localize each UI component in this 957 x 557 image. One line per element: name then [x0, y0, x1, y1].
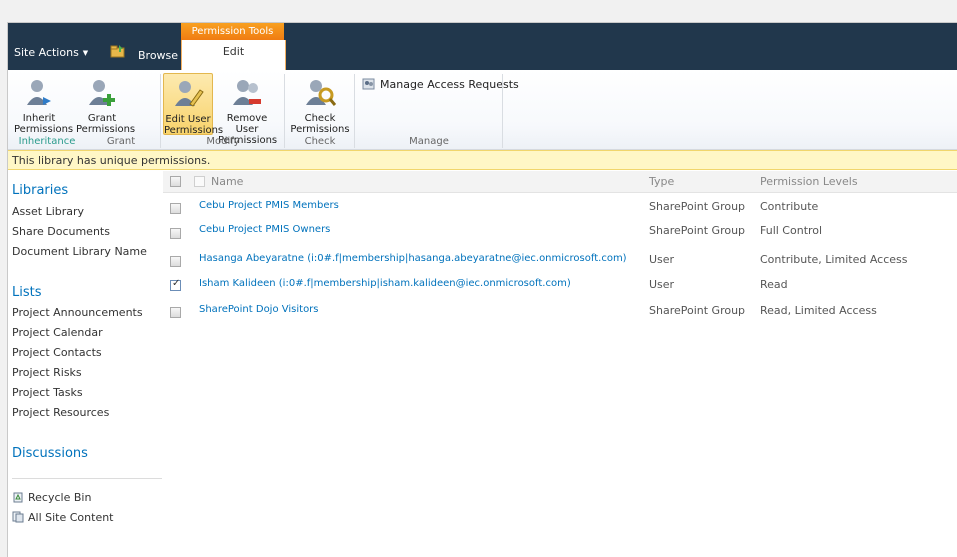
- table-row[interactable]: Isham Kalideen (i:0#.f|membership|isham.…: [163, 276, 957, 296]
- table-header: Name Type Permission Levels: [163, 171, 957, 193]
- nav-heading-libraries[interactable]: Libraries: [12, 183, 68, 198]
- row-name-link[interactable]: Cebu Project PMIS Members: [199, 200, 339, 211]
- table-row[interactable]: Hasanga Abeyaratne (i:0#.f|membership|ha…: [163, 251, 957, 271]
- nav-item-project-tasks[interactable]: Project Tasks: [12, 386, 83, 399]
- grant-permissions-button[interactable]: Grant Permissions: [76, 77, 135, 135]
- row-type: User: [649, 253, 675, 266]
- all-site-content-link[interactable]: All Site Content: [12, 511, 114, 524]
- recycle-bin-link[interactable]: Recycle Bin: [12, 491, 91, 504]
- recycle-bin-label: Recycle Bin: [28, 491, 92, 504]
- row-permission-levels: Read: [760, 278, 788, 291]
- access-requests-icon: [362, 78, 375, 90]
- group-label-inheritance: Inheritance: [18, 136, 76, 147]
- group-label-grant: Grant: [106, 136, 136, 147]
- table-row[interactable]: Cebu Project PMIS Members SharePoint Gro…: [163, 198, 957, 218]
- edit-user-permissions-button[interactable]: Edit User Permissions: [163, 73, 223, 136]
- status-bar: This library has unique permissions.: [8, 150, 957, 170]
- select-all-name-checkbox[interactable]: [194, 176, 205, 187]
- manage-access-requests-label: Manage Access Requests: [380, 77, 519, 91]
- table-row[interactable]: SharePoint Dojo Visitors SharePoint Grou…: [163, 302, 957, 322]
- column-header-type[interactable]: Type: [649, 175, 674, 188]
- row-permission-levels: Full Control: [760, 224, 823, 237]
- manage-access-requests-button[interactable]: Manage Access Requests: [362, 77, 519, 91]
- row-name-link[interactable]: SharePoint Dojo Visitors: [199, 304, 319, 315]
- row-type: User: [649, 278, 675, 291]
- nav-item-project-contacts[interactable]: Project Contacts: [12, 346, 102, 359]
- nav-item-project-calendar[interactable]: Project Calendar: [12, 326, 103, 339]
- column-header-name[interactable]: Name: [211, 175, 243, 188]
- top-bar: Site Actions ▼ Browse Permission Tools E…: [8, 23, 957, 70]
- tab-browse[interactable]: Browse: [138, 49, 178, 62]
- nav-divider: [12, 478, 162, 479]
- group-separator: [160, 74, 161, 148]
- nav-heading-discussions[interactable]: Discussions: [12, 446, 88, 461]
- row-type: SharePoint Group: [649, 200, 746, 213]
- nav-item-share-documents[interactable]: Share Documents: [12, 225, 110, 238]
- row-name-link[interactable]: Isham Kalideen (i:0#.f|membership|isham.…: [199, 278, 571, 289]
- row-name-link[interactable]: Hasanga Abeyaratne (i:0#.f|membership|ha…: [199, 253, 627, 264]
- row-name-link[interactable]: Cebu Project PMIS Owners: [199, 224, 330, 235]
- nav-heading-lists[interactable]: Lists: [12, 285, 42, 300]
- group-label-check: Check: [304, 136, 336, 147]
- all-site-content-label: All Site Content: [28, 511, 114, 524]
- nav-item-project-risks[interactable]: Project Risks: [12, 366, 82, 379]
- site-content-icon: [12, 511, 24, 523]
- quick-launch: Libraries Asset Library Share Documents …: [8, 171, 163, 557]
- remove-user-permissions-icon: [233, 80, 261, 105]
- row-checkbox[interactable]: [170, 307, 181, 318]
- group-separator: [502, 74, 503, 148]
- inherit-permissions-label: Inherit Permissions: [14, 113, 74, 135]
- row-permission-levels: Read, Limited Access: [760, 304, 877, 317]
- inherit-permissions-icon: [27, 80, 51, 105]
- nav-item-project-resources[interactable]: Project Resources: [12, 406, 109, 419]
- table-row[interactable]: Cebu Project PMIS Owners SharePoint Grou…: [163, 222, 957, 242]
- row-checkbox[interactable]: [170, 278, 181, 291]
- inherit-permissions-button[interactable]: Inherit Permissions: [14, 77, 73, 135]
- check-permissions-button[interactable]: Check Permissions: [290, 77, 350, 135]
- row-checkbox[interactable]: [170, 228, 181, 239]
- site-actions-label: Site Actions: [14, 46, 79, 59]
- grant-permissions-label: Grant Permissions: [76, 113, 136, 135]
- navigate-up-icon[interactable]: [110, 44, 126, 58]
- contextual-group-label: Permission Tools: [181, 23, 284, 40]
- app-window: Site Actions ▼ Browse Permission Tools E…: [7, 22, 957, 557]
- recycle-bin-icon: [13, 492, 23, 503]
- group-separator: [284, 74, 285, 148]
- row-checkbox[interactable]: [170, 203, 181, 214]
- row-permission-levels: Contribute, Limited Access: [760, 253, 908, 266]
- ribbon: Inherit Permissions Grant Permissions Ed…: [8, 70, 957, 150]
- row-checkbox[interactable]: [170, 256, 181, 267]
- group-label-manage: Manage: [409, 136, 449, 147]
- row-permission-levels: Contribute: [760, 200, 819, 213]
- check-permissions-icon: [306, 80, 336, 106]
- site-actions-menu[interactable]: Site Actions ▼: [14, 46, 88, 59]
- row-type: SharePoint Group: [649, 224, 746, 237]
- select-all-checkbox[interactable]: [170, 176, 181, 187]
- column-header-permission-levels[interactable]: Permission Levels: [760, 175, 858, 188]
- row-type: SharePoint Group: [649, 304, 746, 317]
- check-permissions-label: Check Permissions: [290, 113, 350, 135]
- nav-item-document-library-name[interactable]: Document Library Name: [12, 245, 147, 258]
- tab-edit[interactable]: Edit: [181, 40, 286, 70]
- group-label-modify: Modify: [206, 136, 240, 147]
- edit-user-permissions-icon: [175, 81, 204, 107]
- group-separator: [354, 74, 355, 148]
- nav-item-asset-library[interactable]: Asset Library: [12, 205, 84, 218]
- chevron-down-icon: ▼: [82, 48, 89, 57]
- edit-user-permissions-label: Edit User Permissions: [164, 114, 224, 136]
- grant-permissions-icon: [89, 80, 115, 106]
- nav-item-project-announcements[interactable]: Project Announcements: [12, 306, 143, 319]
